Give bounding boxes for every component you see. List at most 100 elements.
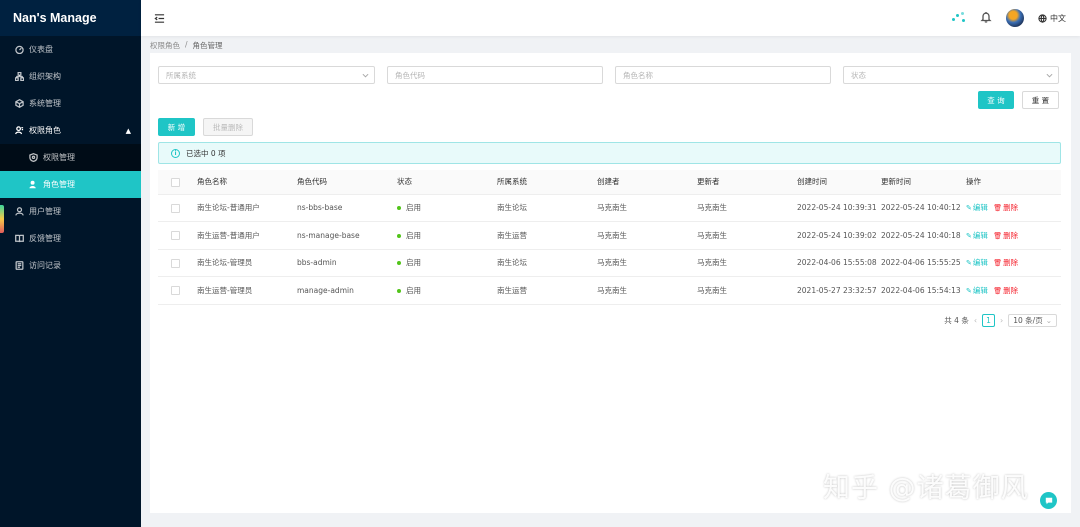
status-text: 启用 [406,230,421,240]
sidebar-item-system[interactable]: 系统管理 [0,90,141,117]
top-header: 中文 [141,0,1080,36]
column-header[interactable]: 所属系统 [497,170,597,195]
sidebar-item-permission-manage[interactable]: 权限管理 [0,144,141,171]
actions-cell: ✎编辑 🗑删除 [966,221,1061,250]
column-header[interactable]: 创建者 [597,170,697,195]
table-row: 南生运营-管理员 manage-admin 启用 南生运营 马克南生 马克南生 … [158,276,1061,305]
updated-time-cell: 2022-04-06 15:54:13 [881,276,966,305]
status-select[interactable]: 状态 [843,66,1059,84]
user-icon [14,207,24,217]
status-text: 启用 [406,203,421,213]
delete-button[interactable]: 🗑删除 [993,286,1018,295]
loading-dots-icon[interactable] [952,12,966,24]
edit-button[interactable]: ✎编辑 [966,258,988,267]
avatar[interactable] [1006,9,1024,27]
sidebar-item-role-manage[interactable]: 角色管理 [0,171,141,198]
side-drawer-handle[interactable] [0,205,4,233]
role-name-input[interactable]: 角色名称 [615,66,831,84]
page-number-current[interactable]: 1 [982,314,996,327]
created-time-cell: 2022-04-06 15:55:08 [797,249,881,277]
sidebar-item-feedback[interactable]: 反馈管理 [0,225,141,252]
row-checkbox[interactable] [171,203,180,213]
edit-button[interactable]: ✎编辑 [966,203,988,212]
column-header[interactable]: 更新时间 [881,170,966,195]
sidebar: Nan's Manage 仪表盘 组织架构 系统管理 权限角色 ▲ 权限管理 角… [0,0,141,527]
select-all-checkbox[interactable] [171,177,180,187]
column-header[interactable]: 角色代码 [297,170,397,195]
delete-label: 删除 [1003,203,1019,213]
row-select-cell [158,249,197,277]
role-name-cell: 南生运营-管理员 [197,276,297,305]
query-button[interactable]: 查 询 [978,91,1014,109]
edit-button[interactable]: ✎编辑 [966,286,988,295]
status-cell: 启用 [397,194,497,222]
reset-button[interactable]: 重 置 [1022,91,1059,109]
sidebar-item-access-log[interactable]: 访问记录 [0,252,141,279]
column-header[interactable]: 状态 [397,170,497,195]
edit-label: 编辑 [972,258,988,268]
bell-icon[interactable] [980,11,992,25]
updater-cell: 马克南生 [697,276,797,305]
actions-cell: ✎编辑 🗑删除 [966,276,1061,305]
info-icon: i [171,148,180,158]
role-code-cell: ns-manage-base [297,221,397,250]
role-name-cell: 南生论坛-管理员 [197,249,297,277]
column-header[interactable]: 角色名称 [197,170,297,195]
column-header[interactable]: 更新者 [697,170,797,195]
delete-label: 删除 [1003,258,1019,268]
column-header: 操作 [966,170,1061,195]
menu-fold-button[interactable] [153,12,165,24]
status-text: 启用 [406,258,421,268]
cube-icon [14,99,24,109]
log-icon [14,261,24,271]
edit-button[interactable]: ✎编辑 [966,231,988,240]
sidebar-item-permission-role[interactable]: 权限角色 ▲ [0,117,141,144]
sidebar-submenu: 权限管理 角色管理 [0,144,141,198]
role-code-input[interactable]: 角色代码 [387,66,603,84]
edit-icon: ✎ [966,286,972,295]
delete-button[interactable]: 🗑删除 [993,203,1018,212]
column-header[interactable]: 创建时间 [797,170,881,195]
select-all-cell [158,170,197,195]
breadcrumb: 权限角色 / 角色管理 [150,40,223,51]
language-switch[interactable]: 中文 [1038,13,1066,24]
trash-icon: 🗑 [993,259,1003,268]
updater-cell: 马克南生 [697,194,797,222]
sidebar-item-label: 组织架构 [29,72,61,81]
breadcrumb-separator: / [185,40,188,49]
batch-delete-button[interactable]: 批量删除 [203,118,253,136]
row-select-cell [158,276,197,305]
sidebar-item-dashboard[interactable]: 仪表盘 [0,36,141,63]
pagination: 共 4 条 ‹ 1 › 10 条/页 ⌄ [944,314,1057,327]
menu-fold-icon [153,13,164,23]
row-checkbox[interactable] [171,231,180,240]
updater-cell: 马克南生 [697,221,797,250]
role-name-placeholder: 角色名称 [623,70,653,80]
total-count-text: 共 4 条 [944,316,969,325]
next-page-icon[interactable]: › [1000,316,1003,325]
chevron-down-icon [1046,72,1053,78]
created-time-cell: 2021-05-27 23:32:57 [797,276,881,305]
status-text: 启用 [406,285,421,295]
dashboard-icon [14,45,24,55]
sidebar-item-users[interactable]: 用户管理 [0,198,141,225]
add-button[interactable]: 新 增 [158,118,195,136]
edit-icon: ✎ [966,204,972,213]
user-icon [28,180,38,190]
sidebar-item-label: 用户管理 [29,207,61,216]
delete-button[interactable]: 🗑删除 [993,231,1018,240]
prev-page-icon[interactable]: ‹ [974,316,977,325]
status-cell: 启用 [397,249,497,277]
sidebar-item-label: 反馈管理 [29,234,61,243]
row-checkbox[interactable] [171,286,180,295]
page-size-select[interactable]: 10 条/页 ⌄ [1008,314,1057,327]
edit-icon: ✎ [966,259,972,268]
table-row: 南生论坛-管理员 bbs-admin 启用 南生论坛 马克南生 马克南生 202… [158,249,1061,277]
sidebar-item-org[interactable]: 组织架构 [0,63,141,90]
system-select[interactable]: 所属系统 [158,66,375,84]
chat-button[interactable] [1040,492,1057,509]
breadcrumb-item-parent[interactable]: 权限角色 [150,40,180,51]
delete-button[interactable]: 🗑删除 [993,258,1018,267]
row-checkbox[interactable] [171,258,180,268]
system-cell: 南生运营 [497,276,597,305]
